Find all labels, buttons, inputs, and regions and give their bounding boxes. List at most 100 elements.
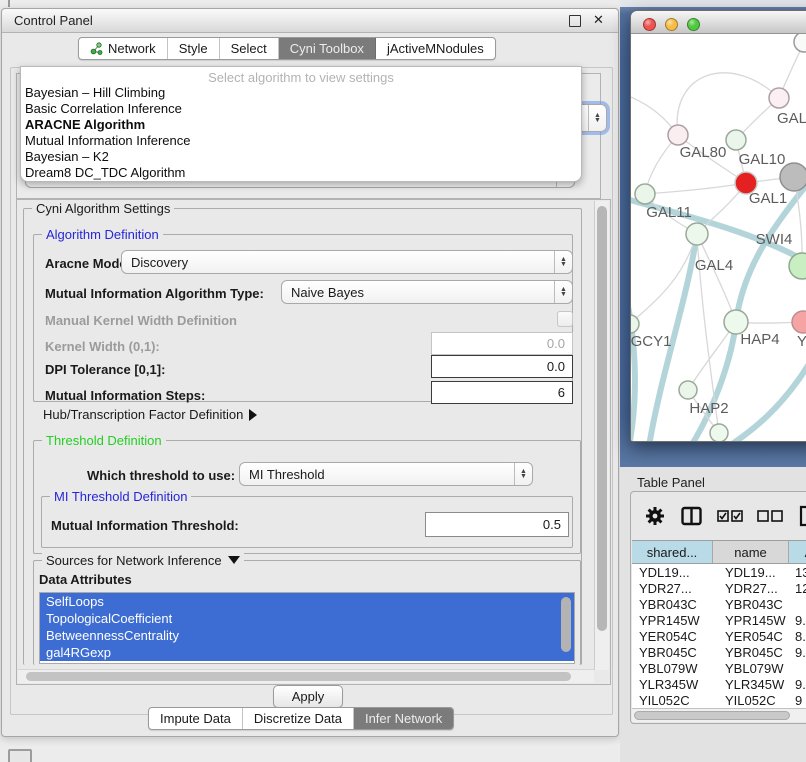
node-salmon[interactable] bbox=[792, 311, 806, 333]
algorithm-option-basic-correlation-inference[interactable]: Basic Correlation Inference bbox=[21, 101, 581, 117]
node-gal11-label: GAL11 bbox=[646, 204, 692, 221]
data-attribute-gal4rgexp[interactable]: gal4RGexp bbox=[40, 644, 574, 661]
panel-grip-button[interactable] bbox=[8, 749, 32, 762]
which-threshold-value: MI Threshold bbox=[240, 467, 514, 482]
tab-infer-network[interactable]: Infer Network bbox=[354, 708, 453, 729]
node-gal2[interactable] bbox=[769, 88, 789, 108]
node-gal10[interactable] bbox=[726, 130, 746, 150]
data-attribute-topologicalcoefficient[interactable]: TopologicalCoefficient bbox=[40, 610, 574, 627]
document-icon[interactable] bbox=[799, 505, 806, 527]
node-bottom[interactable] bbox=[710, 424, 728, 441]
checked-boxes-icon[interactable] bbox=[717, 510, 743, 522]
data-attributes-list[interactable]: SelfLoopsTopologicalCoefficientBetweenne… bbox=[39, 592, 575, 664]
algorithm-option-aracne-algorithm[interactable]: ARACNE Algorithm bbox=[21, 117, 581, 133]
mi-algorithm-type-value: Naive Bayes bbox=[282, 285, 554, 300]
aracne-mode-value: Discovery bbox=[122, 255, 554, 270]
table-row-ydr27-[interactable]: YDR27...YDR27...12 bbox=[632, 580, 806, 596]
columns-icon[interactable] bbox=[681, 506, 702, 526]
stepper-arrows-icon: ▲▼ bbox=[588, 105, 606, 131]
table-toolbar bbox=[631, 492, 806, 539]
hub-tf-definition-expander[interactable]: Hub/Transcription Factor Definition bbox=[43, 407, 257, 422]
table-cell: YIL052C bbox=[632, 693, 713, 708]
mi-algorithm-type-label: Mutual Information Algorithm Type: bbox=[45, 286, 264, 301]
algorithm-dropdown-popup: Select algorithm to view settings Bayesi… bbox=[20, 66, 582, 182]
column-header-name[interactable]: name bbox=[713, 541, 789, 563]
vertical-scrollbar[interactable] bbox=[594, 201, 609, 670]
table-cell: YDR27... bbox=[632, 581, 713, 596]
node-gal80[interactable] bbox=[668, 125, 688, 145]
which-threshold-combobox[interactable]: MI Threshold ▲▼ bbox=[239, 462, 533, 486]
algorithm-option-dream8-dc-tdc-algorithm[interactable]: Dream8 DC_TDC Algorithm bbox=[21, 165, 581, 181]
mi-algorithm-type-combobox[interactable]: Naive Bayes ▲▼ bbox=[281, 280, 573, 304]
node-top[interactable] bbox=[794, 34, 806, 52]
node-hap4-label: HAP4 bbox=[740, 331, 779, 348]
table-row-ylr345w[interactable]: YLR345WYLR345W9. bbox=[632, 676, 806, 692]
mi-threshold-field[interactable]: 0.5 bbox=[425, 512, 569, 537]
horizontal-scrollbar-thumb[interactable] bbox=[26, 672, 571, 681]
node-gal4-label: GAL4 bbox=[695, 257, 733, 274]
table-cell: YPR145W bbox=[713, 613, 789, 628]
mac-minimize-button[interactable] bbox=[665, 18, 678, 31]
table-row-ybr043c[interactable]: YBR043CYBR043C bbox=[632, 596, 806, 612]
node-gal1-label: GAL1 bbox=[749, 190, 787, 207]
algorithm-option-bayesian-hill-climbing[interactable]: Bayesian – Hill Climbing bbox=[21, 85, 581, 101]
table-cell: YPR145W bbox=[632, 613, 713, 628]
dpi-tolerance-field[interactable]: 0.0 bbox=[431, 355, 573, 378]
table-row-ypr145w[interactable]: YPR145WYPR145W9. bbox=[632, 612, 806, 628]
table-horizontal-scrollbar[interactable] bbox=[632, 708, 806, 722]
expanded-arrow-icon bbox=[228, 556, 240, 564]
tab-network[interactable]: Network bbox=[79, 38, 168, 59]
cyni-algorithm-settings-title: Cyni Algorithm Settings bbox=[32, 201, 174, 216]
stepper-arrows-icon: ▲▼ bbox=[554, 251, 572, 273]
mac-close-button[interactable] bbox=[643, 18, 656, 31]
sources-expander[interactable]: Sources for Network Inference bbox=[42, 553, 244, 568]
table-row-yer054c[interactable]: YER054CYER054C8. bbox=[632, 628, 806, 644]
table-row-yil052c[interactable]: YIL052CYIL052C9 bbox=[632, 692, 806, 708]
algorithm-option-mutual-information-inference[interactable]: Mutual Information Inference bbox=[21, 133, 581, 149]
mac-zoom-button[interactable] bbox=[687, 18, 700, 31]
table-cell: YDR27... bbox=[713, 581, 789, 596]
algorithm-option-bayesian-k2[interactable]: Bayesian – K2 bbox=[21, 149, 581, 165]
dpi-tolerance-label: DPI Tolerance [0,1]: bbox=[45, 362, 165, 377]
unchecked-boxes-icon[interactable] bbox=[757, 510, 783, 522]
node-gal4[interactable] bbox=[686, 223, 708, 245]
apply-button[interactable]: Apply bbox=[273, 685, 343, 708]
mi-steps-field[interactable]: 6 bbox=[431, 381, 573, 404]
table-row-ybr045c[interactable]: YBR045CYBR045C9. bbox=[632, 644, 806, 660]
tab-select[interactable]: Select bbox=[220, 38, 279, 59]
tab-jactivemnodules[interactable]: jActiveMNodules bbox=[376, 38, 495, 59]
table-panel-title: Table Panel bbox=[637, 475, 705, 490]
vertical-scrollbar-thumb[interactable] bbox=[597, 206, 607, 631]
node-hap2[interactable] bbox=[679, 381, 697, 399]
kernel-width-field[interactable]: 0.0 bbox=[431, 332, 573, 355]
table-row-ydl19-[interactable]: YDL19...YDL19...13 bbox=[632, 564, 806, 580]
tab-cyni-toolbox[interactable]: Cyni Toolbox bbox=[279, 38, 376, 59]
table-cell: 9 bbox=[789, 693, 806, 708]
network-icon bbox=[90, 42, 103, 55]
table-cell: 9. bbox=[789, 613, 806, 628]
control-panel-window: Control Panel ✕ NetworkStyleSelectCyni T… bbox=[1, 8, 619, 737]
horizontal-scrollbar[interactable] bbox=[18, 669, 594, 683]
table-cell: YER054C bbox=[632, 629, 713, 644]
node-gal2-label: GAL bbox=[777, 110, 806, 127]
data-attribute-betweennesscentrality[interactable]: BetweennessCentrality bbox=[40, 627, 574, 644]
table-hscroll-thumb[interactable] bbox=[634, 711, 790, 720]
tab-discretize-data[interactable]: Discretize Data bbox=[243, 708, 354, 729]
data-attribute-selfloops[interactable]: SelfLoops bbox=[40, 593, 574, 610]
tab-style[interactable]: Style bbox=[168, 38, 220, 59]
node-gcy1-label: GCY1 bbox=[631, 333, 671, 350]
gear-icon[interactable] bbox=[645, 506, 665, 526]
tab-jactivemnodules-label: jActiveMNodules bbox=[387, 41, 484, 56]
list-scrollbar-thumb[interactable] bbox=[561, 597, 571, 652]
network-canvas[interactable]: GALGAL80GAL10GAL1GAL11GAL4SWI4GCY1HAP4YH… bbox=[631, 34, 806, 441]
aracne-mode-combobox[interactable]: Discovery ▲▼ bbox=[121, 250, 573, 274]
manual-kernel-width-checkbox[interactable] bbox=[557, 311, 573, 327]
node-gal11[interactable] bbox=[635, 184, 655, 204]
table-cell: YDL19... bbox=[713, 565, 789, 580]
table-row-ybl079w[interactable]: YBL079WYBL079W bbox=[632, 660, 806, 676]
float-window-button[interactable] bbox=[567, 13, 582, 28]
column-header-a[interactable]: A bbox=[789, 541, 806, 563]
tab-impute-data[interactable]: Impute Data bbox=[149, 708, 243, 729]
close-panel-button[interactable]: ✕ bbox=[591, 13, 606, 28]
column-header-shared-[interactable]: shared... bbox=[632, 541, 713, 563]
